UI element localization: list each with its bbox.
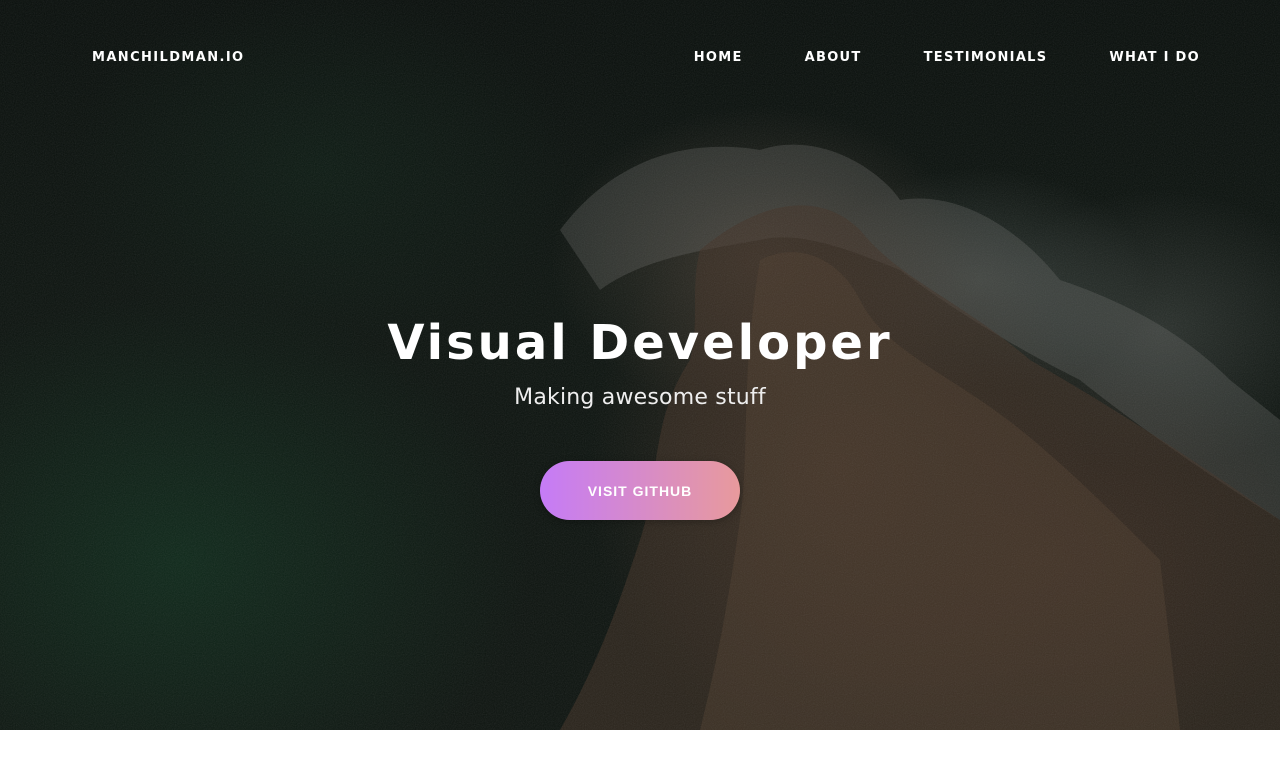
nav-link-what-i-do[interactable]: WHAT I DO: [1109, 50, 1200, 65]
hero-subtitle: Making awesome stuff: [514, 385, 766, 410]
next-section: [0, 730, 1280, 768]
hero-title: Visual Developer: [387, 315, 893, 371]
visit-github-button[interactable]: VISIT GITHUB: [540, 461, 740, 520]
nav-link-home[interactable]: HOME: [694, 50, 743, 65]
hero-content: Visual Developer Making awesome stuff: [0, 312, 1280, 412]
nav-link-testimonials[interactable]: TESTIMONIALS: [924, 50, 1048, 65]
nav-link-about[interactable]: ABOUT: [805, 50, 862, 65]
nav-links: HOME ABOUT TESTIMONIALS WHAT I DO: [632, 50, 1200, 65]
brand-logo-link[interactable]: MANCHILDMAN.IO: [92, 50, 245, 65]
top-navbar: MANCHILDMAN.IO HOME ABOUT TESTIMONIALS W…: [0, 0, 1280, 118]
